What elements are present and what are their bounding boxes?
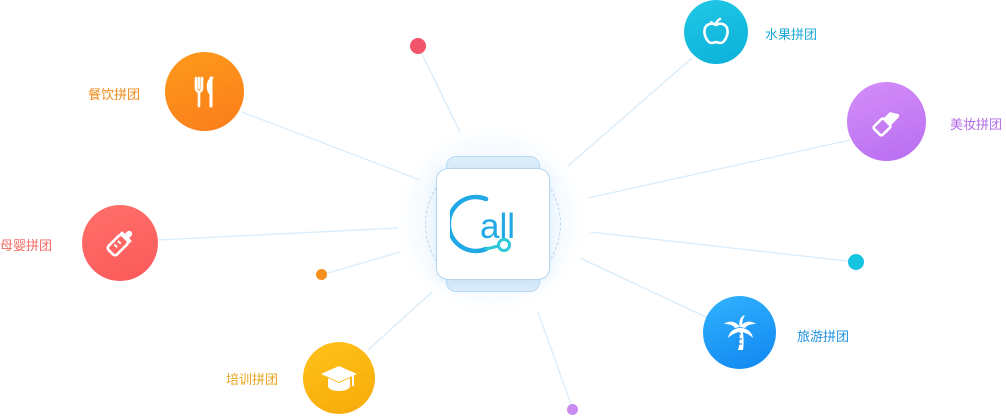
connector-beauty xyxy=(587,139,851,199)
connector-travel xyxy=(579,257,709,319)
connector-dot-red xyxy=(417,45,461,133)
fork-knife-icon xyxy=(194,76,213,107)
category-beauty-label[interactable]: 美妆拼团 xyxy=(950,114,1002,133)
decor-dot-cyan xyxy=(848,254,864,270)
lipstick-icon xyxy=(871,111,899,137)
call-logo-icon: all xyxy=(450,194,515,254)
decor-dot-red xyxy=(410,38,426,54)
connector-fruit xyxy=(567,57,693,167)
call-logo-card[interactable]: all xyxy=(436,168,550,280)
category-training-node[interactable] xyxy=(303,342,375,414)
connector-food xyxy=(241,111,421,181)
category-fruit-label[interactable]: 水果拼团 xyxy=(765,24,817,43)
category-training-label[interactable]: 培训拼团 xyxy=(226,369,278,388)
category-diagram: all 餐饮拼团 母婴拼团 培训拼团 水果拼团 美妆拼团 旅游拼团 xyxy=(0,0,1006,416)
connector-baby xyxy=(157,227,399,241)
decor-dot-orange xyxy=(316,269,327,280)
category-fruit-node[interactable] xyxy=(684,0,748,64)
category-food-label[interactable]: 餐饮拼团 xyxy=(88,84,140,103)
baby-bottle-icon xyxy=(106,230,133,257)
connector-dot-cyan xyxy=(589,231,857,263)
category-travel-label[interactable]: 旅游拼团 xyxy=(797,326,849,345)
category-baby-label[interactable]: 母婴拼团 xyxy=(0,235,52,254)
decor-dot-violet xyxy=(567,404,578,415)
connector-dot-violet xyxy=(537,311,574,411)
category-travel-node[interactable] xyxy=(703,296,776,369)
connector-training xyxy=(367,291,433,351)
logo-text: all xyxy=(480,207,515,246)
apple-icon xyxy=(703,17,729,45)
palm-tree-icon xyxy=(723,314,756,350)
connector-dot-orange xyxy=(320,251,401,276)
category-baby-node[interactable] xyxy=(82,205,158,281)
category-beauty-node[interactable] xyxy=(847,82,926,161)
graduation-cap-icon xyxy=(321,366,357,391)
category-food-node[interactable] xyxy=(165,52,244,131)
